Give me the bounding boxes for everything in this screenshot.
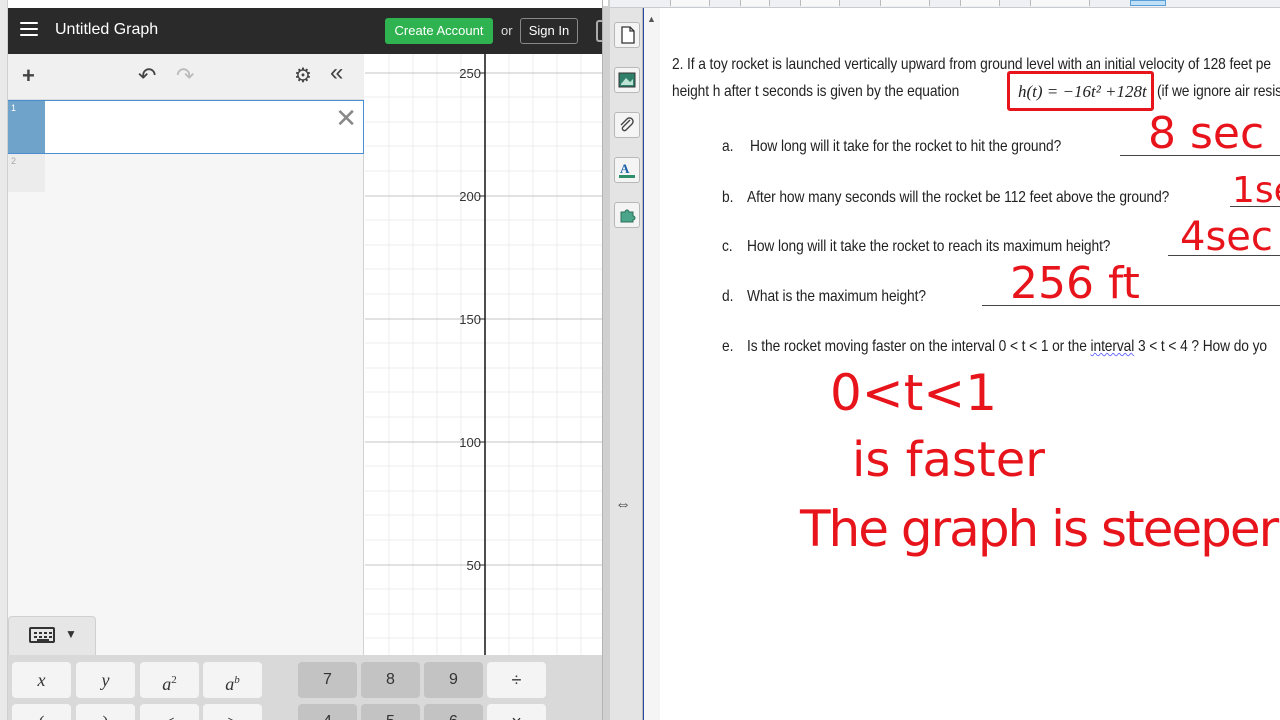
key-multiply[interactable]: × <box>487 704 546 720</box>
question-letter: a. <box>722 138 734 155</box>
expression-index-tab[interactable]: 2 <box>8 154 45 192</box>
handwritten-is-faster: is faster <box>852 432 1046 488</box>
screen: Untitled Graph Create Account or Sign In… <box>0 0 1280 720</box>
expression-toolbar: + ↶ ↷ ⚙ « <box>8 54 364 100</box>
keyboard-icon <box>29 627 55 643</box>
page-edge <box>643 8 644 720</box>
expression-row[interactable]: 1 ✕ <box>8 100 364 154</box>
handwritten-answer: 1sec <box>1232 170 1280 211</box>
page-sorter-icon[interactable] <box>614 22 640 48</box>
question-text: After how many seconds will the rocket b… <box>747 189 1170 206</box>
question-text: Is the rocket moving faster on the inter… <box>747 338 1267 355</box>
y-tick-label: 50 <box>467 558 481 573</box>
properties-icon[interactable]: A <box>614 157 640 183</box>
key-8[interactable]: 8 <box>361 662 420 698</box>
key-y[interactable]: y <box>76 662 135 698</box>
keypad-toggle[interactable]: ▼ <box>8 616 96 656</box>
add-ons-icon[interactable] <box>614 202 640 228</box>
handwritten-answer: 8 sec <box>1148 108 1265 159</box>
chevron-down-icon: ▼ <box>65 627 77 641</box>
window-divider[interactable] <box>602 0 610 720</box>
or-label: or <box>501 23 513 38</box>
key-x[interactable]: x <box>12 662 71 698</box>
handwritten-answer: 256 ft <box>1010 258 1140 309</box>
key-greater-than[interactable]: > <box>203 704 262 720</box>
notebook-page[interactable]: 2. If a toy rocket is launched verticall… <box>660 8 1280 720</box>
key-close-paren[interactable]: ) <box>76 704 135 720</box>
graph-paper[interactable]: 250 200 150 100 50 <box>365 54 602 720</box>
question-letter: d. <box>722 288 734 305</box>
resize-handle-icon[interactable]: ⇔ <box>615 496 631 514</box>
graph-grid: 250 200 150 100 50 <box>365 54 602 720</box>
desmos-window: Untitled Graph Create Account or Sign In… <box>0 0 608 720</box>
expression-index: 1 <box>11 103 17 113</box>
y-tick-label: 150 <box>459 312 481 327</box>
ribbon-selected-tab[interactable] <box>1130 0 1166 6</box>
handwritten-reason: The graph is steeper <box>800 500 1279 558</box>
problem-stem-line2: height h after t seconds is given by the… <box>672 83 960 100</box>
handwritten-interval: 0<t<1 <box>830 364 998 422</box>
key-square[interactable]: a2 <box>140 662 199 698</box>
question-letter: e. <box>722 338 734 355</box>
attachments-icon[interactable] <box>614 112 640 138</box>
expression-index: 2 <box>11 156 17 166</box>
y-tick-label: 250 <box>459 66 481 81</box>
ribbon <box>610 0 1280 8</box>
side-toolbar: A ⇔ <box>610 8 643 720</box>
problem-stem-line2-tail: (if we ignore air resistance). <box>1157 83 1280 100</box>
svg-text:A: A <box>620 161 630 176</box>
y-tick-label: 100 <box>459 435 481 450</box>
math-keypad: x y a2 ab 7 8 9 ÷ ( ) < > 4 5 6 × <box>8 655 602 720</box>
menu-icon[interactable] <box>20 22 38 36</box>
close-icon[interactable]: ✕ <box>335 103 357 134</box>
key-power[interactable]: ab <box>203 662 262 698</box>
undo-icon[interactable]: ↶ <box>138 64 156 88</box>
collapse-panel-icon[interactable]: « <box>330 61 343 85</box>
question-text: What is the maximum height? <box>747 288 926 305</box>
gear-icon[interactable]: ⚙ <box>294 64 312 88</box>
expression-index-tab[interactable]: 1 <box>8 101 45 153</box>
question-letter: b. <box>722 189 734 206</box>
notes-window: A ⇔ ▲ 2. If a toy rocket is launched ver… <box>610 0 1280 720</box>
key-open-paren[interactable]: ( <box>12 704 71 720</box>
gallery-icon[interactable] <box>614 67 640 93</box>
key-7[interactable]: 7 <box>298 662 357 698</box>
key-5[interactable]: 5 <box>361 704 420 720</box>
question-text: How long will it take for the rocket to … <box>750 138 1062 155</box>
redo-icon[interactable]: ↷ <box>176 64 194 88</box>
scroll-up-icon[interactable]: ▲ <box>647 14 656 24</box>
create-account-button[interactable]: Create Account <box>385 18 493 44</box>
question-letter: c. <box>722 238 733 255</box>
equation-highlight-box <box>1007 71 1154 111</box>
sign-in-button[interactable]: Sign In <box>520 18 578 44</box>
desmos-header: Untitled Graph Create Account or Sign In <box>8 8 608 54</box>
key-4[interactable]: 4 <box>298 704 357 720</box>
window-edge <box>0 0 8 720</box>
question-text: How long will it take the rocket to reac… <box>747 238 1111 255</box>
graph-title[interactable]: Untitled Graph <box>55 21 158 39</box>
add-item-icon[interactable]: + <box>22 64 35 88</box>
key-9[interactable]: 9 <box>424 662 483 698</box>
problem-stem-line1: 2. If a toy rocket is launched verticall… <box>672 56 1271 73</box>
key-divide[interactable]: ÷ <box>487 662 546 698</box>
key-6[interactable]: 6 <box>424 704 483 720</box>
y-tick-label: 200 <box>459 189 481 204</box>
handwritten-answer: 4sec <box>1180 214 1273 260</box>
divider-handle <box>603 0 608 6</box>
expression-row[interactable]: 2 <box>8 154 364 192</box>
key-less-than[interactable]: < <box>140 704 199 720</box>
